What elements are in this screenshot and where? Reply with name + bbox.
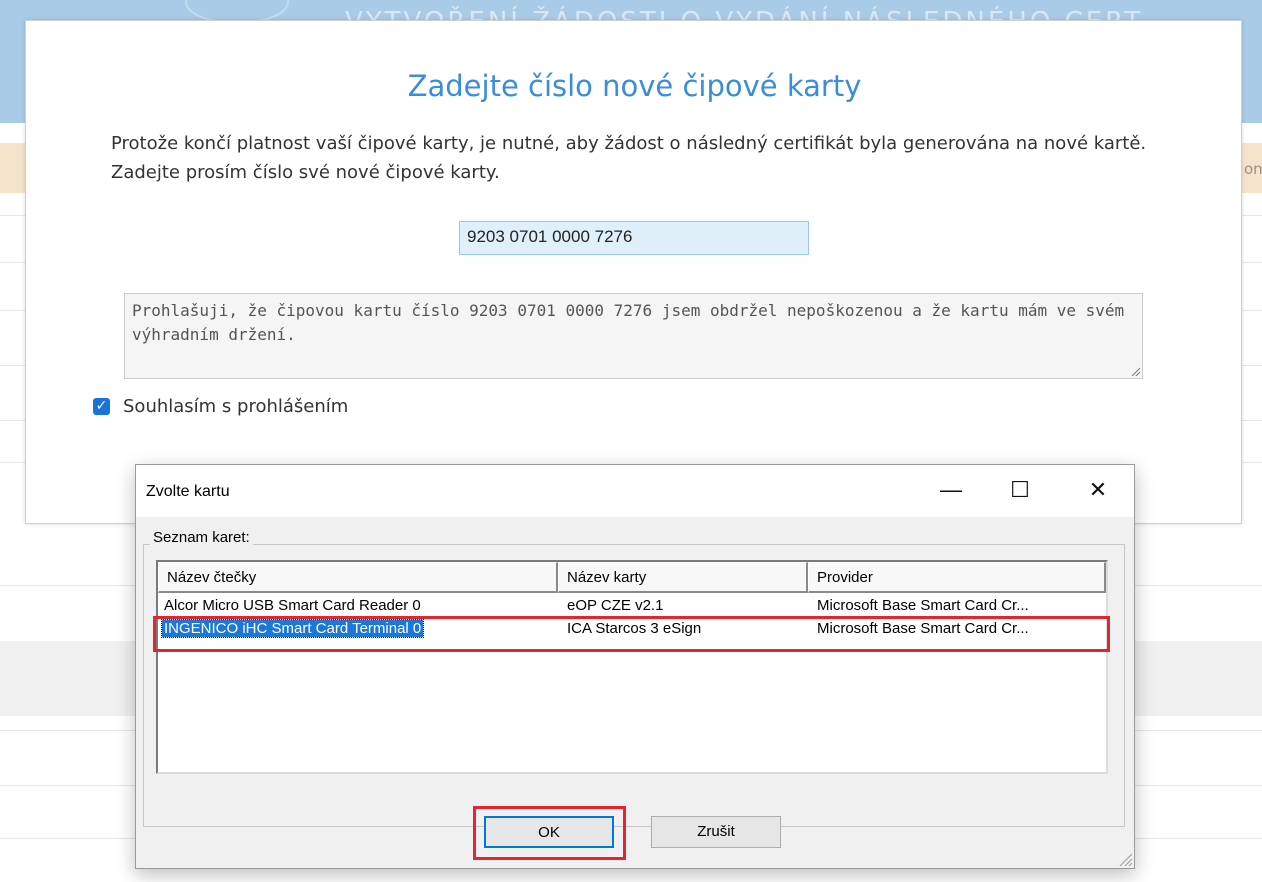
table-row[interactable]: Alcor Micro USB Smart Card Reader 0 eOP …	[158, 595, 1106, 617]
column-header-provider[interactable]: Provider	[808, 562, 1106, 593]
modal-title: Zadejte číslo nové čipové karty	[407, 69, 862, 103]
ok-button-highlight	[473, 806, 626, 860]
cancel-button[interactable]: Zrušit	[651, 816, 781, 848]
card-list-group-label: Seznam karet:	[150, 529, 253, 546]
row-reader: Alcor Micro USB Smart Card Reader 0	[164, 597, 421, 614]
card-number-input[interactable]: 9203 0701 0000 7276	[459, 221, 809, 255]
page-header-title: VYTVOŘENÍ ŽÁDOSTI O VYDÁNÍ NÁSLEDNÉHO CE…	[345, 7, 1145, 22]
close-icon[interactable]: ✕	[1078, 473, 1118, 507]
declaration-textarea[interactable]: Prohlašuji, že čipovou kartu číslo 9203 …	[124, 293, 1143, 379]
new-card-modal: Zadejte číslo nové čipové karty Protože …	[25, 20, 1242, 524]
agree-label: Souhlasím s prohlášením	[123, 396, 349, 417]
column-header-reader[interactable]: Název čtečky	[158, 562, 558, 593]
select-card-dialog: Zvolte kartu — ☐ ✕ Seznam karet: Název č…	[135, 464, 1135, 869]
card-list[interactable]: Název čtečky Název karty Provider Alcor …	[156, 560, 1108, 774]
row-card: eOP CZE v2.1	[567, 597, 664, 614]
column-header-card[interactable]: Název karty	[558, 562, 808, 593]
declaration-text: Prohlašuji, že čipovou kartu číslo 9203 …	[132, 301, 1125, 344]
row-provider: Microsoft Base Smart Card Cr...	[817, 597, 1029, 614]
dialog-title: Zvolte kartu	[146, 483, 230, 500]
selected-row-highlight	[153, 616, 1110, 652]
card-list-header: Název čtečky Název karty Provider	[158, 562, 1106, 593]
minimize-icon[interactable]: —	[931, 473, 971, 507]
checkmark-icon: ✓	[95, 398, 108, 414]
resize-grip-icon[interactable]	[1130, 366, 1140, 376]
dialog-titlebar[interactable]: Zvolte kartu — ☐ ✕	[136, 465, 1134, 517]
page-info-band-text: on	[1244, 160, 1262, 178]
modal-description: Protože končí platnost vaší čipové karty…	[111, 133, 1147, 183]
maximize-icon[interactable]: ☐	[1000, 473, 1040, 507]
resize-grip-icon[interactable]	[1117, 851, 1132, 866]
agree-checkbox[interactable]: ✓	[93, 398, 110, 415]
